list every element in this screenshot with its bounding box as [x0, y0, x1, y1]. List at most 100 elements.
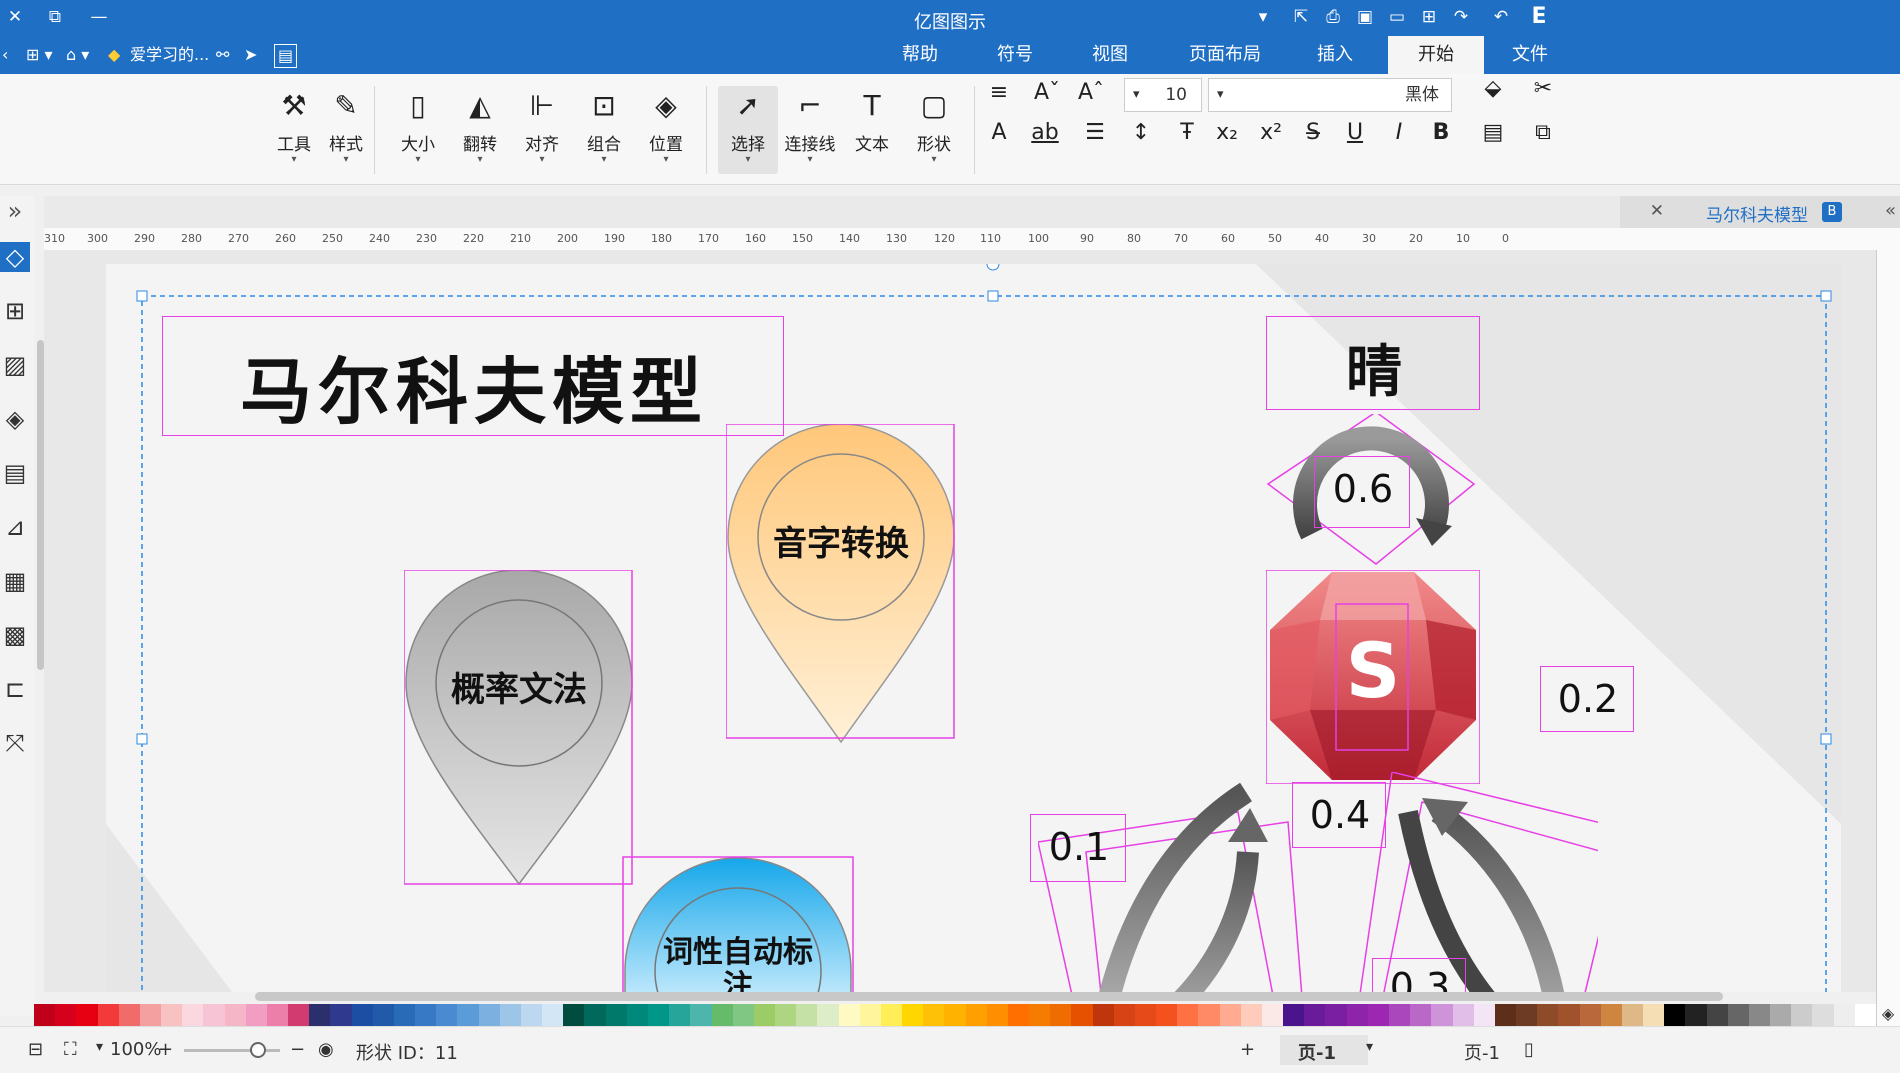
canvas-area[interactable]: 马尔科夫模型 音字转换 概率文法 词性自动标注 晴 0.6 S 0.2 0.4 … — [44, 250, 1876, 992]
export-icon[interactable]: ⇱ — [1290, 6, 1312, 28]
probability-box[interactable]: 0.1 — [1030, 814, 1126, 882]
share-icon[interactable]: ⚯ — [216, 44, 229, 66]
color-swatch[interactable] — [1219, 1004, 1241, 1026]
color-swatch[interactable] — [1134, 1004, 1157, 1026]
color-swatch[interactable] — [1029, 1004, 1051, 1026]
tab-view[interactable]: 视图 — [1070, 36, 1150, 74]
color-swatch[interactable] — [775, 1004, 797, 1026]
print-icon[interactable]: ⎙ — [1322, 6, 1344, 28]
color-swatch[interactable] — [1261, 1004, 1284, 1026]
history-panel-icon[interactable]: ⊏ — [0, 674, 30, 704]
bold-icon[interactable]: B — [1426, 118, 1456, 148]
color-swatch[interactable] — [1367, 1004, 1389, 1026]
color-swatch[interactable] — [1346, 1004, 1368, 1026]
color-swatch[interactable] — [986, 1004, 1008, 1026]
highlight-icon[interactable]: ab — [1030, 118, 1060, 148]
color-swatch[interactable] — [224, 1004, 246, 1026]
color-swatch[interactable] — [859, 1004, 881, 1026]
home-icon[interactable]: ⌂ ▾ — [66, 44, 89, 66]
color-swatch[interactable] — [499, 1004, 521, 1026]
color-swatch[interactable] — [97, 1004, 119, 1026]
align-text-icon[interactable]: ≡ — [984, 78, 1014, 108]
color-swatch[interactable] — [309, 1004, 331, 1026]
list-icon[interactable]: ☰ — [1080, 118, 1110, 148]
tab-page-layout[interactable]: 页面布局 — [1170, 36, 1280, 74]
open-icon[interactable]: ▭ — [1386, 6, 1408, 28]
color-swatch[interactable] — [669, 1004, 691, 1026]
color-swatch[interactable] — [1812, 1004, 1834, 1026]
page-panel-icon[interactable]: ▤ — [0, 458, 30, 488]
color-swatch[interactable] — [817, 1004, 839, 1026]
format-panel-icon[interactable]: ◇ — [0, 242, 30, 272]
color-swatch[interactable] — [457, 1004, 479, 1026]
image-panel-icon[interactable]: ▨ — [0, 350, 30, 380]
font-name-select[interactable]: ▾ 黑体 — [1208, 78, 1452, 112]
color-swatch[interactable] — [182, 1004, 204, 1026]
decrease-font-icon[interactable]: Aˇ — [1032, 78, 1062, 108]
color-swatch[interactable] — [1325, 1004, 1347, 1026]
color-swatch[interactable] — [288, 1004, 310, 1026]
color-swatch[interactable] — [1854, 1004, 1876, 1026]
probability-box[interactable]: 0.4 — [1292, 782, 1386, 848]
strikethrough-icon[interactable]: S̶ — [1298, 118, 1328, 148]
color-swatch[interactable] — [1156, 1004, 1178, 1026]
copy-icon[interactable]: ⧉ — [1528, 118, 1558, 148]
color-swatch[interactable] — [1664, 1004, 1686, 1026]
color-swatch[interactable] — [1452, 1004, 1474, 1026]
tab-help[interactable]: 帮助 — [880, 36, 960, 74]
color-swatch[interactable] — [1431, 1004, 1453, 1026]
document-tab[interactable]: ✕ 马尔科夫模型 B « — [1620, 196, 1900, 228]
zoom-level[interactable]: 100% — [110, 1039, 161, 1060]
restore-window-icon[interactable]: ⧉ — [44, 6, 66, 28]
color-swatch[interactable] — [1389, 1004, 1411, 1026]
color-swatch[interactable] — [436, 1004, 458, 1026]
color-swatch[interactable] — [880, 1004, 903, 1026]
color-swatch[interactable] — [34, 1004, 56, 1026]
pin-shape-gray[interactable] — [404, 570, 634, 890]
comment-icon[interactable]: ▤ — [274, 44, 298, 68]
color-swatch[interactable] — [690, 1004, 712, 1026]
color-swatch[interactable] — [1643, 1004, 1665, 1026]
subscript-icon[interactable]: x₂ — [1212, 118, 1242, 148]
expand-panel-icon[interactable]: » — [0, 196, 30, 226]
color-swatch[interactable] — [1770, 1004, 1792, 1026]
color-swatch[interactable] — [626, 1004, 648, 1026]
color-swatch[interactable] — [393, 1004, 416, 1026]
color-swatch[interactable] — [245, 1004, 267, 1026]
collapse-icon[interactable]: ‹ — [2, 44, 8, 66]
color-swatch[interactable] — [1494, 1004, 1517, 1026]
align-button[interactable]: ⊩ 对齐 ▾ — [512, 88, 572, 165]
color-swatch[interactable] — [1410, 1004, 1432, 1026]
color-swatch[interactable] — [139, 1004, 162, 1026]
table-panel-icon[interactable]: ▦ — [0, 566, 30, 596]
redo-icon[interactable]: ↷ — [1450, 6, 1472, 28]
apps-icon[interactable]: ⊞ ▾ — [26, 44, 53, 66]
tab-insert[interactable]: 插入 — [1295, 36, 1375, 74]
fit-page-icon[interactable]: ⊟ — [28, 1039, 43, 1060]
tab-symbols[interactable]: 符号 — [975, 36, 1055, 74]
minimize-window-icon[interactable]: — — [88, 6, 110, 28]
fill-bucket-icon[interactable]: ◈ — [1876, 1004, 1900, 1026]
color-swatch[interactable] — [732, 1004, 754, 1026]
color-swatch[interactable] — [1092, 1004, 1114, 1026]
close-tab-icon[interactable]: ✕ — [1650, 201, 1664, 221]
state-label-box[interactable]: 晴 — [1266, 316, 1480, 410]
format-painter-icon[interactable]: ⬙ — [1478, 74, 1508, 104]
color-swatch[interactable] — [1071, 1004, 1093, 1026]
color-swatch[interactable] — [1007, 1004, 1030, 1026]
clear-format-icon[interactable]: Ŧ — [1172, 118, 1202, 148]
color-swatch[interactable] — [1706, 1004, 1728, 1026]
new-icon[interactable]: ⊞ — [1418, 6, 1440, 28]
increase-font-icon[interactable]: Aˆ — [1076, 78, 1106, 108]
probability-box[interactable]: 0.2 — [1540, 666, 1634, 732]
zoom-dropdown-icon[interactable]: ▾ — [96, 1039, 103, 1055]
color-swatch[interactable] — [902, 1004, 924, 1026]
select-button[interactable]: ➚ 选择 ▾ — [718, 86, 778, 174]
flip-button[interactable]: ◭ 翻转 ▾ — [450, 88, 510, 165]
color-swatch[interactable] — [796, 1004, 818, 1026]
paste-icon[interactable]: ▤ — [1478, 118, 1508, 148]
play-icon[interactable]: ◉ — [318, 1039, 334, 1060]
color-swatch[interactable] — [266, 1004, 289, 1026]
color-swatch[interactable] — [1304, 1004, 1326, 1026]
color-swatch[interactable] — [584, 1004, 606, 1026]
